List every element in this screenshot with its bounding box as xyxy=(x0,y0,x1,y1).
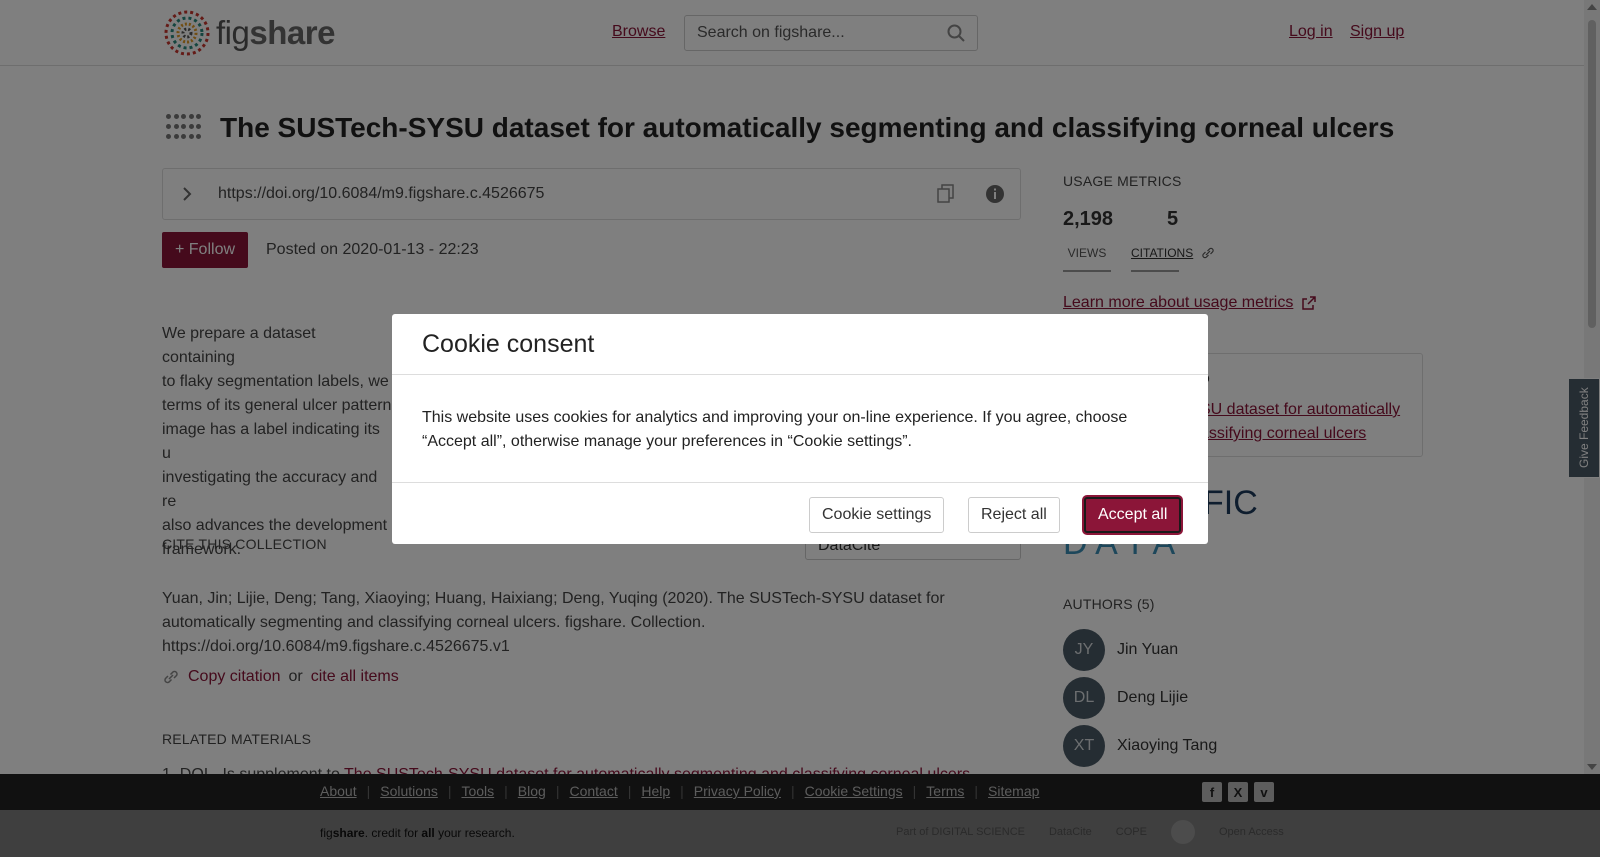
dialog-title: Cookie consent xyxy=(422,330,595,358)
cookie-consent-dialog: Cookie consent This website uses cookies… xyxy=(392,314,1208,544)
dialog-body: This website uses cookies for analytics … xyxy=(422,409,1128,450)
accept-all-button[interactable]: Accept all xyxy=(1084,497,1182,533)
dialog-header: Cookie consent xyxy=(392,314,1208,375)
reject-all-button[interactable]: Reject all xyxy=(968,497,1060,533)
cookie-settings-button[interactable]: Cookie settings xyxy=(809,497,945,533)
dialog-footer: Cookie settings Reject all Accept all xyxy=(392,482,1208,544)
